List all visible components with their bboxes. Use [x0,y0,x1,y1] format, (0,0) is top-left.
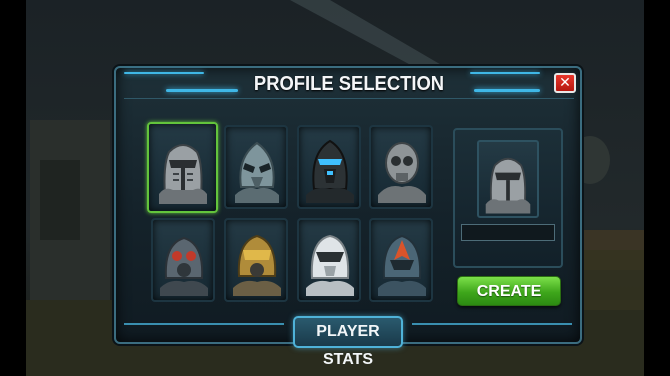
bottom-rule-right [412,323,572,325]
create-button[interactable]: CREATE [457,276,561,306]
title-accent-left [166,89,238,92]
header-accent-right [470,72,540,74]
profile-name-field[interactable] [461,224,555,241]
gas-mask-helmet-icon [160,236,208,296]
knight-helmet-icon [485,157,531,214]
letterbox-right [644,0,670,376]
profile-slot-1[interactable] [147,122,218,213]
profile-slot-5[interactable] [151,218,215,302]
yellow-visor-helmet-icon [233,234,281,296]
profile-slot-2[interactable] [224,125,288,209]
title-bar: PROFILE SELECTION [124,72,574,99]
profile-slot-6[interactable] [224,218,288,302]
knight-helmet-icon [159,144,207,204]
grey-robot-helmet-icon [378,142,426,203]
player-stats-button[interactable]: PLAYER STATS [293,316,403,368]
profile-slot-4[interactable] [369,125,433,209]
bottom-rule-left [124,323,284,325]
close-button[interactable]: ✕ [554,73,576,93]
orange-visor-helmet-icon [378,234,426,296]
dialog-title: PROFILE SELECTION [253,73,445,95]
profile-slot-7[interactable] [297,218,361,302]
title-accent-right [474,89,540,92]
preview-portrait [477,140,539,218]
black-armor-helmet-icon [306,139,354,203]
white-trooper-helmet-icon [306,234,354,296]
header-accent-left [124,72,204,74]
profile-slot-8[interactable] [369,218,433,302]
letterbox-left [0,0,26,376]
blue-alien-helmet-icon [235,141,279,203]
profile-slot-3[interactable] [297,125,361,209]
